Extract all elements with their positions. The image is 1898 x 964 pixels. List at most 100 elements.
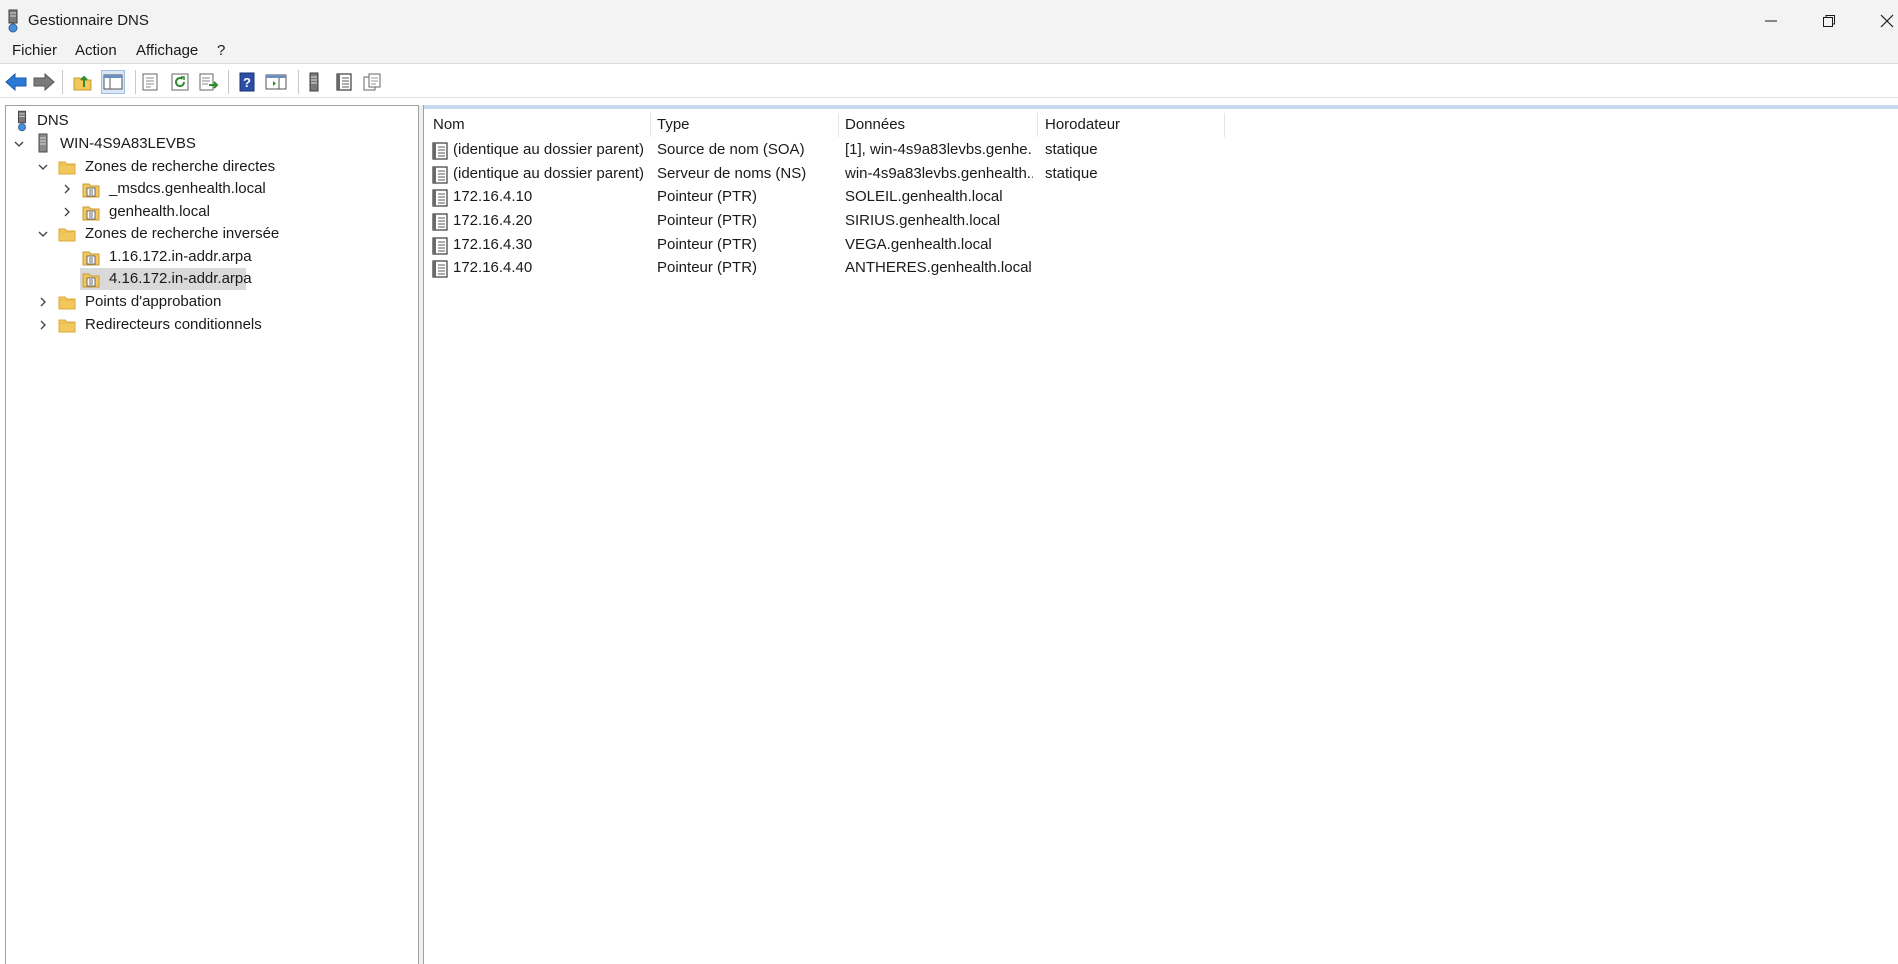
up-folder-button[interactable] <box>71 70 95 94</box>
tree-node-trust-points[interactable]: Points d'approbation <box>6 291 306 313</box>
server-icon <box>309 72 319 92</box>
toolbar: ? <box>0 63 1898 98</box>
tree-node-genhealth-zone[interactable]: genhealth.local <box>6 201 306 223</box>
dns-zone-icon <box>82 270 100 288</box>
cell-name: 172.16.4.30 <box>453 236 533 253</box>
dns-zone-icon <box>82 203 100 221</box>
chevron-right-icon[interactable] <box>60 182 74 196</box>
dns-record-icon <box>432 237 448 255</box>
export-list-button[interactable] <box>197 70 221 94</box>
toolbar-separator <box>298 70 299 94</box>
table-row[interactable]: 172.16.4.10 Pointeur (PTR) SOLEIL.genhea… <box>424 185 1524 209</box>
cell-type: Serveur de noms (NS) <box>657 165 807 182</box>
svg-text:?: ? <box>243 75 251 90</box>
cell-name: 172.16.4.40 <box>453 259 533 276</box>
cell-type: Pointeur (PTR) <box>657 259 758 276</box>
table-row[interactable]: (identique au dossier parent) Serveur de… <box>424 162 1524 186</box>
chevron-down-icon[interactable] <box>36 160 50 174</box>
chevron-right-icon[interactable] <box>36 295 50 309</box>
back-button[interactable] <box>4 70 28 94</box>
tree-node-reverse-zone-4[interactable]: 4.16.172.in-addr.arpa <box>6 268 306 290</box>
refresh-icon <box>171 73 189 91</box>
console-tree: DNS WIN-4S9A83LEVBS Zones de recherche d… <box>5 105 419 964</box>
show-hide-tree-icon <box>103 74 123 90</box>
table-row[interactable]: 172.16.4.20 Pointeur (PTR) SIRIUS.genhea… <box>424 209 1524 233</box>
column-divider[interactable] <box>838 113 839 137</box>
column-divider[interactable] <box>1224 113 1225 137</box>
restore-button[interactable] <box>1800 0 1858 42</box>
dns-zone-icon <box>82 180 100 198</box>
tree-label-reverse-zone-1: 1.16.172.in-addr.arpa <box>109 248 252 265</box>
dns-zone-icon <box>82 248 100 266</box>
server-icon <box>36 133 50 153</box>
cell-timestamp: statique <box>1045 165 1098 182</box>
tree-label-forward-zones: Zones de recherche directes <box>85 158 276 175</box>
tree-label-reverse-zone-4: 4.16.172.in-addr.arpa <box>109 270 252 287</box>
tree-node-forward-zones[interactable]: Zones de recherche directes <box>6 156 306 178</box>
table-row[interactable]: 172.16.4.30 Pointeur (PTR) VEGA.genhealt… <box>424 233 1524 257</box>
list-header-accent <box>424 105 1898 109</box>
column-header-type[interactable]: Type <box>657 113 690 137</box>
properties-button[interactable] <box>138 70 162 94</box>
tree-label-reverse-zones: Zones de recherche inversée <box>85 225 280 242</box>
table-row[interactable]: (identique au dossier parent) Source de … <box>424 138 1524 162</box>
cell-type: Source de nom (SOA) <box>657 141 805 158</box>
column-header-data[interactable]: Données <box>845 113 905 137</box>
show-action-pane-icon <box>265 74 287 90</box>
dns-server-icon <box>8 9 18 33</box>
tree-node-reverse-zone-1[interactable]: 1.16.172.in-addr.arpa <box>6 246 306 268</box>
minimize-icon <box>1765 20 1777 22</box>
copy-icon <box>363 73 381 91</box>
tree-node-reverse-zones[interactable]: Zones de recherche inversée <box>6 223 306 245</box>
cell-timestamp <box>1045 256 1221 280</box>
tree-node-conditional-forwarders[interactable]: Redirecteurs conditionnels <box>6 314 306 336</box>
restore-icon <box>1823 15 1835 27</box>
close-button[interactable] <box>1858 0 1898 42</box>
chevron-right-icon[interactable] <box>36 318 50 332</box>
tree-label-msdcs: _msdcs.genhealth.local <box>109 180 266 197</box>
column-header-timestamp[interactable]: Horodateur <box>1045 113 1120 137</box>
up-folder-icon <box>73 75 92 91</box>
properties-icon <box>142 73 158 91</box>
minimize-button[interactable] <box>1742 0 1800 42</box>
column-divider[interactable] <box>650 113 651 137</box>
record-list-button[interactable] <box>332 70 356 94</box>
copy-button[interactable] <box>360 70 384 94</box>
tree-node-server[interactable]: WIN-4S9A83LEVBS <box>6 133 306 155</box>
show-hide-tree-button[interactable] <box>101 70 125 94</box>
cell-name: (identique au dossier parent) <box>453 165 644 182</box>
cell-data: [1], win-4s9a83levbs.genhe... <box>845 141 1033 158</box>
help-icon: ? <box>239 72 255 92</box>
refresh-button[interactable] <box>168 70 192 94</box>
window-title: Gestionnaire DNS <box>28 12 149 29</box>
record-list-icon <box>336 73 352 91</box>
action-pane-button[interactable] <box>264 70 288 94</box>
cell-data: SOLEIL.genhealth.local <box>845 188 1003 205</box>
cell-name: (identique au dossier parent) <box>453 141 644 158</box>
cell-name: 172.16.4.10 <box>453 188 533 205</box>
tree-label-genhealth: genhealth.local <box>109 203 210 220</box>
help-button[interactable]: ? <box>235 70 259 94</box>
tree-label-conditional-forwarders: Redirecteurs conditionnels <box>85 316 262 333</box>
cell-timestamp <box>1045 185 1221 209</box>
tree-label-dns: DNS <box>37 112 69 129</box>
forward-button[interactable] <box>32 70 56 94</box>
dns-record-icon <box>432 189 448 207</box>
chevron-down-icon[interactable] <box>12 137 26 151</box>
record-list-pane: Nom Type Données Horodateur (identique a… <box>423 105 1898 964</box>
column-header-name[interactable]: Nom <box>433 113 465 137</box>
dns-server-icon <box>18 110 26 132</box>
table-row[interactable]: 172.16.4.40 Pointeur (PTR) ANTHERES.genh… <box>424 256 1524 280</box>
chevron-down-icon[interactable] <box>36 227 50 241</box>
server-button[interactable] <box>302 70 326 94</box>
chevron-right-icon[interactable] <box>60 205 74 219</box>
cell-timestamp <box>1045 233 1221 257</box>
dns-record-icon <box>432 213 448 231</box>
dns-record-icon <box>432 260 448 278</box>
toolbar-separator <box>62 70 63 94</box>
toolbar-separator <box>135 70 136 94</box>
tree-node-msdcs-zone[interactable]: _msdcs.genhealth.local <box>6 178 306 200</box>
cell-type: Pointeur (PTR) <box>657 212 758 229</box>
column-divider[interactable] <box>1037 113 1038 137</box>
folder-icon <box>58 294 76 310</box>
